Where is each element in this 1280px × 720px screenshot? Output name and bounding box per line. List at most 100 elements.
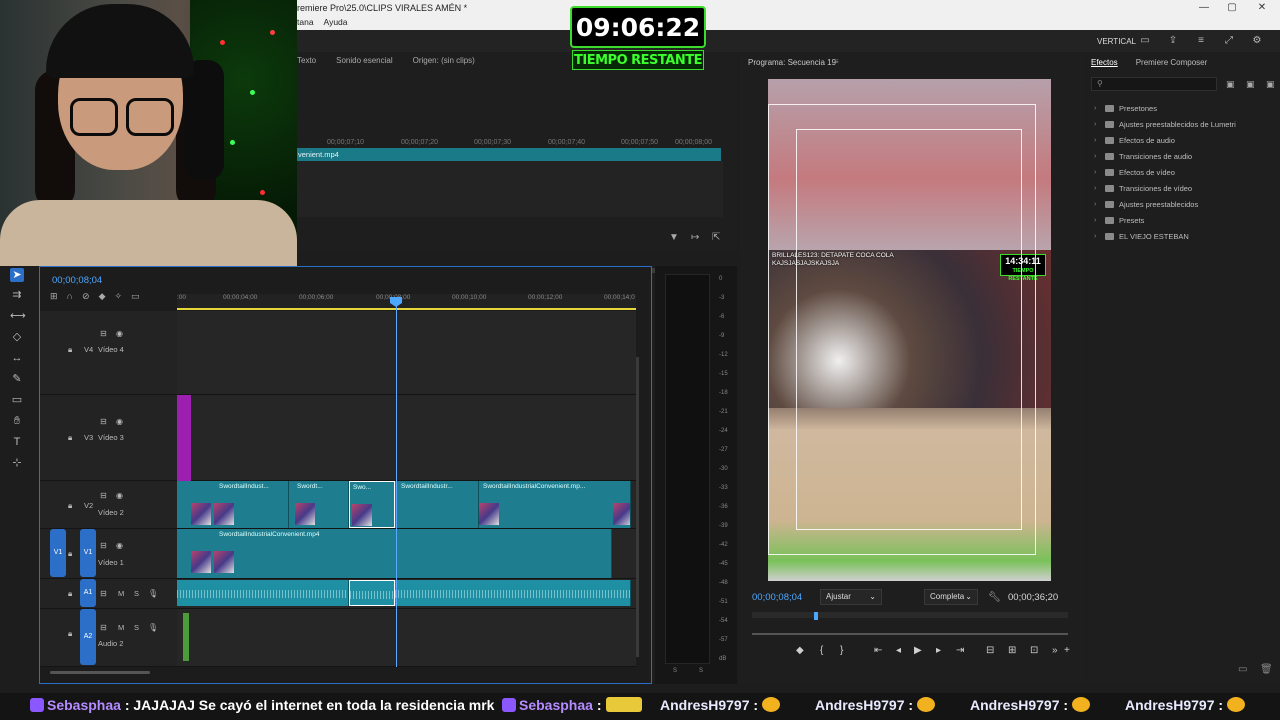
close-button[interactable]: ✕ — [1248, 2, 1276, 16]
razor-icon[interactable]: ◇ — [10, 330, 24, 344]
play-icon[interactable]: ▶ — [914, 645, 922, 656]
effects-search-input[interactable]: ⚲ — [1091, 77, 1217, 91]
tab-origen[interactable]: Origen: (sin clips) — [413, 56, 475, 65]
go-to-out-icon[interactable]: ⇥ — [956, 645, 964, 656]
list-item[interactable]: › EL VIEJO ESTEBAN — [1094, 228, 1236, 244]
source-clip[interactable]: venient.mp4 — [297, 148, 721, 161]
maximize-button[interactable]: ▢ — [1218, 2, 1246, 16]
program-preview[interactable]: BRILLALES123: DETAPATE COCA COLA KAJSJAS… — [768, 79, 1051, 581]
insert-icon[interactable]: ↦ — [691, 232, 699, 243]
sync-icon[interactable]: ⊟ — [100, 623, 107, 632]
settings-icon[interactable]: ⚙ — [1251, 35, 1263, 47]
lock-icon[interactable]: 🔒︎ — [68, 433, 72, 443]
track-tag-v1[interactable]: V1 — [80, 529, 96, 577]
track-tag-a1[interactable]: A1 — [80, 579, 96, 607]
clip[interactable]: SwordtailIndust... — [177, 481, 289, 528]
audio-clip-green[interactable] — [183, 613, 189, 661]
lock-icon[interactable]: 🔒︎ — [68, 501, 72, 511]
timeline-horizontal-scrollbar[interactable] — [50, 671, 150, 674]
menu-icon[interactable]: ≡ — [1195, 35, 1207, 47]
timeline-timecode[interactable]: 00;00;08;04 — [52, 275, 102, 286]
lane-a2[interactable] — [177, 609, 636, 667]
lane-a1[interactable] — [177, 579, 636, 609]
program-title[interactable]: Programa: Secuencia 19 — [748, 58, 836, 67]
share-icon[interactable]: ⇪ — [1167, 35, 1179, 47]
filter-icon[interactable]: ▼ — [669, 232, 679, 243]
microphone-icon[interactable]: 🎙︎ — [148, 623, 158, 632]
solo-left-button[interactable]: S — [673, 668, 677, 674]
export-icon[interactable]: ⇱ — [712, 232, 720, 243]
track-tag[interactable]: V3 — [84, 433, 93, 442]
program-ruler[interactable] — [752, 612, 1068, 618]
hand-icon[interactable]: ✋︎ — [10, 414, 24, 428]
wrench-icon[interactable]: 🔧︎ — [988, 592, 1001, 603]
32bit-icon[interactable]: ▣ — [1246, 79, 1255, 90]
tab-efectos[interactable]: Efectos — [1091, 58, 1118, 67]
fit-select[interactable]: Ajustar ⌄ — [820, 589, 882, 605]
sync-icon[interactable]: ⊟ — [100, 417, 107, 426]
pen-icon[interactable]: ✎ — [10, 372, 24, 386]
trash-icon[interactable]: 🗑︎ — [1260, 664, 1273, 675]
sync-icon[interactable]: ⊟ — [100, 589, 107, 598]
linked-select-icon[interactable]: ⊘ — [82, 291, 90, 302]
sync-icon[interactable]: ⊟ — [100, 541, 107, 550]
clip[interactable]: Swordt... — [289, 481, 349, 528]
lane-v4[interactable] — [177, 311, 636, 395]
add-button-icon[interactable]: + — [1064, 645, 1070, 656]
list-item[interactable]: › Efectos de vídeo — [1094, 164, 1236, 180]
clip[interactable]: SwordtailIndustr... — [395, 481, 479, 528]
audio-clip[interactable] — [177, 580, 349, 606]
rectangle-icon[interactable]: ▭ — [10, 393, 24, 407]
sync-icon[interactable]: ⊟ — [100, 329, 107, 338]
ripple-edit-icon[interactable]: ⟷ — [10, 309, 26, 323]
program-scrubber[interactable] — [752, 633, 1068, 635]
track-tag-a2[interactable]: A2 — [80, 609, 96, 665]
tab-premiere-composer[interactable]: Premiere Composer — [1136, 58, 1208, 67]
source-patch-v1[interactable]: V1 — [50, 529, 66, 577]
frame-icon[interactable]: ▭ — [1139, 35, 1151, 47]
slip-icon[interactable]: ↔ — [10, 351, 24, 365]
clip[interactable]: SwordtailIndustrialConvenient.mp4 — [177, 529, 612, 578]
clip-selected[interactable]: Swo... — [349, 481, 395, 528]
accelerated-icon[interactable]: ▣ — [1226, 79, 1235, 90]
timeline-vertical-scrollbar[interactable] — [636, 357, 639, 657]
lane-v2[interactable]: SwordtailIndust... Swordt... Swo... Swor… — [177, 481, 636, 529]
solo-button[interactable]: S — [134, 623, 139, 632]
panel-menu-icon[interactable]: ≡ — [834, 57, 839, 66]
go-to-in-icon[interactable]: ⇤ — [874, 645, 882, 656]
track-tag[interactable]: V2 — [84, 501, 93, 510]
clip[interactable]: SwordtailIndustrialConvenient.mp... — [479, 481, 631, 528]
program-timecode[interactable]: 00;00;08;04 — [752, 592, 802, 603]
lock-icon[interactable]: 🔒︎ — [68, 549, 72, 559]
eye-icon[interactable]: ◉ — [116, 541, 123, 550]
lane-v3[interactable] — [177, 395, 636, 481]
audio-clip-selected[interactable] — [349, 580, 395, 606]
eye-icon[interactable]: ◉ — [116, 491, 123, 500]
new-bin-icon[interactable]: ▭ — [1238, 664, 1247, 675]
eye-icon[interactable]: ◉ — [116, 329, 123, 338]
step-back-icon[interactable]: ◂ — [896, 645, 901, 656]
tab-texto[interactable]: Texto — [297, 56, 316, 65]
menu-help[interactable]: Ayuda — [324, 17, 348, 27]
lock-icon[interactable]: 🔒︎ — [68, 629, 72, 639]
settings-wrench-icon[interactable]: ✧ — [114, 291, 122, 302]
audio-clip[interactable] — [395, 580, 631, 606]
lock-icon[interactable]: 🔒︎ — [68, 345, 72, 355]
work-area-bar[interactable] — [177, 308, 636, 310]
nest-icon[interactable]: ⊞ — [50, 291, 58, 302]
track-tag[interactable]: V4 — [84, 345, 93, 354]
mark-out-icon[interactable]: } — [840, 645, 843, 656]
marker-icon[interactable]: ◆ — [796, 645, 804, 656]
list-item[interactable]: › Presets — [1094, 212, 1236, 228]
list-item[interactable]: › Transiciones de vídeo — [1094, 180, 1236, 196]
solo-button[interactable]: S — [134, 589, 139, 598]
step-forward-icon[interactable]: ▸ — [936, 645, 941, 656]
minimize-button[interactable]: — — [1190, 2, 1218, 16]
list-item[interactable]: › Transiciones de audio — [1094, 148, 1236, 164]
yuv-icon[interactable]: ▣ — [1266, 79, 1275, 90]
mute-button[interactable]: M — [118, 623, 124, 632]
lock-icon[interactable]: 🔒︎ — [68, 589, 72, 599]
caption-icon[interactable]: ⊹ — [10, 456, 24, 470]
menu-window[interactable]: tana — [297, 17, 314, 27]
mute-button[interactable]: M — [118, 589, 124, 598]
